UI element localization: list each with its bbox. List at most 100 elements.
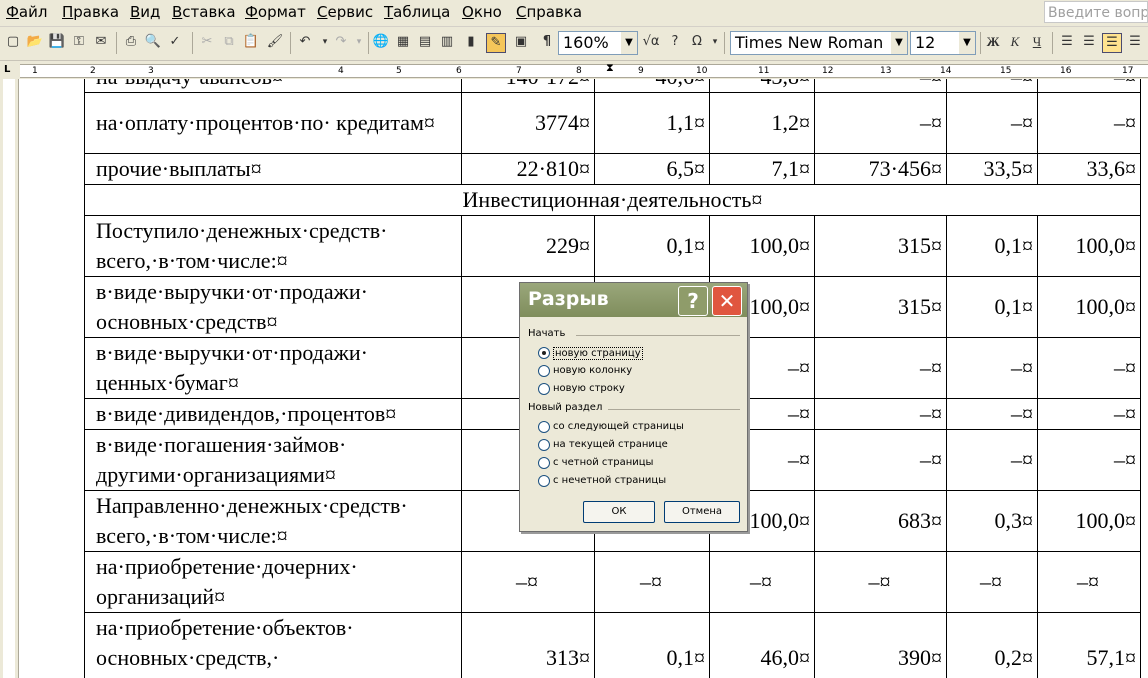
cell[interactable]: –¤: [461, 551, 595, 613]
row-label[interactable]: в·виде·выручки·от·продажи· основных·сред…: [84, 276, 462, 338]
redo-dropdown-icon[interactable]: ▾: [350, 33, 368, 51]
font-select[interactable]: Times New Roman ▼: [730, 31, 908, 55]
radio-next-page-label[interactable]: со следующей страницы: [553, 421, 684, 432]
cell[interactable]: 315¤: [814, 215, 947, 277]
cell[interactable]: –¤: [814, 429, 947, 491]
cell[interactable]: –¤: [594, 551, 710, 613]
menu-window[interactable]: Окно: [462, 3, 502, 21]
cell[interactable]: 3774¤: [461, 92, 595, 154]
cell[interactable]: 6,5¤: [594, 153, 710, 185]
email-icon[interactable]: ✉: [92, 33, 110, 51]
radio-next-page[interactable]: [538, 421, 550, 433]
cell[interactable]: 1,1¤: [594, 92, 710, 154]
cell[interactable]: 0,1¤: [946, 276, 1038, 338]
dialog-title-bar[interactable]: Разрыв ? ✕: [520, 283, 747, 317]
drawing-icon[interactable]: ✎: [486, 33, 506, 53]
cell[interactable]: 46,0¤: [709, 612, 815, 678]
cell[interactable]: 315¤: [814, 276, 947, 338]
radio-current-page-label[interactable]: на текущей странице: [553, 439, 668, 450]
cell[interactable]: –¤: [814, 551, 947, 613]
cell[interactable]: 100,0¤: [1037, 276, 1141, 338]
cell[interactable]: 390¤: [814, 612, 947, 678]
help-icon[interactable]: ?: [666, 33, 684, 51]
cell[interactable]: –¤: [946, 551, 1038, 613]
cell[interactable]: 683¤: [814, 490, 947, 552]
menu-format[interactable]: Формат: [245, 3, 306, 21]
hyperlink-icon[interactable]: 🌐: [372, 33, 390, 51]
vertical-ruler[interactable]: [0, 79, 19, 678]
menu-help[interactable]: Справка: [516, 3, 582, 21]
menu-edit[interactable]: Правка: [62, 3, 119, 21]
cell[interactable]: –¤: [814, 79, 947, 93]
cell[interactable]: 73·456¤: [814, 153, 947, 185]
zoom-select[interactable]: 160% ▼: [558, 31, 638, 55]
cell[interactable]: 100,0¤: [1037, 490, 1141, 552]
cell[interactable]: –¤: [1037, 337, 1141, 399]
menu-table[interactable]: Таблица: [384, 3, 450, 21]
indent-marker-icon[interactable]: ⧗: [606, 61, 614, 75]
row-label[interactable]: Поступило·денежных·средств· всего,·в·том…: [84, 215, 462, 277]
cell[interactable]: 33,5¤: [946, 153, 1038, 185]
close-button[interactable]: ✕: [712, 286, 742, 316]
print-preview-icon[interactable]: 🔍: [144, 33, 162, 51]
redo-icon[interactable]: ↷: [332, 33, 350, 51]
cell[interactable]: 57,1¤: [1037, 612, 1141, 678]
row-label[interactable]: в·виде·дивидендов,·процентов¤: [84, 398, 462, 430]
menu-tools[interactable]: Сервис: [317, 3, 373, 21]
menu-view[interactable]: Вид: [130, 3, 160, 21]
radio-odd-page[interactable]: [538, 475, 550, 487]
tables-borders-icon[interactable]: ▦: [394, 33, 412, 51]
undo-icon[interactable]: ↶: [296, 33, 314, 51]
radio-even-page[interactable]: [538, 457, 550, 469]
cell[interactable]: –¤: [814, 337, 947, 399]
cell[interactable]: –¤: [1037, 92, 1141, 154]
cell[interactable]: 0,1¤: [594, 612, 710, 678]
paste-icon[interactable]: 📋: [242, 33, 260, 51]
radio-new-line-label[interactable]: новую строку: [553, 383, 625, 394]
cell[interactable]: 0,2¤: [946, 612, 1038, 678]
cell[interactable]: 0,1¤: [594, 215, 710, 277]
cell[interactable]: –¤: [946, 398, 1038, 430]
cell[interactable]: –¤: [946, 429, 1038, 491]
cell[interactable]: –¤: [1037, 79, 1141, 93]
show-formatting-icon[interactable]: ¶: [538, 33, 556, 51]
permission-icon[interactable]: ⚿: [70, 33, 88, 51]
cancel-button[interactable]: Отмена: [664, 501, 740, 523]
cell[interactable]: 33,6¤: [1037, 153, 1141, 185]
row-label[interactable]: Направленно·денежных·средств· всего,·в·т…: [84, 490, 462, 552]
cell[interactable]: 100,0¤: [709, 215, 815, 277]
radio-current-page[interactable]: [538, 439, 550, 451]
insert-excel-icon[interactable]: ▥: [438, 33, 456, 51]
align-center-icon[interactable]: ☰: [1080, 33, 1098, 51]
font-size-select[interactable]: 12 ▼: [910, 31, 976, 55]
radio-new-column[interactable]: [538, 365, 550, 377]
new-document-icon[interactable]: ▢: [4, 33, 22, 51]
cell[interactable]: –¤: [709, 551, 815, 613]
row-label[interactable]: в·виде·погашения·займов· другими·организ…: [84, 429, 462, 491]
insert-table-icon[interactable]: ▤: [416, 33, 434, 51]
row-label[interactable]: на·приобретение·объектов· основных·средс…: [84, 612, 462, 678]
cell[interactable]: 140·172¤: [461, 79, 595, 93]
menu-insert[interactable]: Вставка: [172, 3, 236, 21]
cell[interactable]: 40,6¤: [594, 79, 710, 93]
cell[interactable]: 7,1¤: [709, 153, 815, 185]
cell[interactable]: –¤: [1037, 551, 1141, 613]
cell[interactable]: 313¤: [461, 612, 595, 678]
cell[interactable]: –¤: [946, 79, 1038, 93]
align-justify-icon[interactable]: ☰: [1102, 33, 1122, 53]
help-question-input[interactable]: Введите вопрос: [1044, 1, 1148, 23]
copy-icon[interactable]: ⧉: [220, 33, 238, 51]
menu-file[interactable]: Файл: [6, 3, 47, 21]
toolbar-options-icon[interactable]: ▾: [706, 33, 724, 51]
cell[interactable]: 0,1¤: [946, 215, 1038, 277]
row-label[interactable]: на·приобретение·дочерних· организаций¤: [84, 551, 462, 613]
cell[interactable]: 100,0¤: [1037, 215, 1141, 277]
cell[interactable]: –¤: [814, 398, 947, 430]
row-label[interactable]: на·выдачу·авансов¤: [84, 79, 462, 93]
save-icon[interactable]: 💾: [48, 33, 66, 51]
cell[interactable]: 22·810¤: [461, 153, 595, 185]
radio-odd-page-label[interactable]: с нечетной страницы: [553, 475, 666, 486]
align-right-icon[interactable]: ☰: [1126, 33, 1144, 51]
print-icon[interactable]: ⎙: [122, 33, 140, 51]
cell[interactable]: 0,3¤: [946, 490, 1038, 552]
